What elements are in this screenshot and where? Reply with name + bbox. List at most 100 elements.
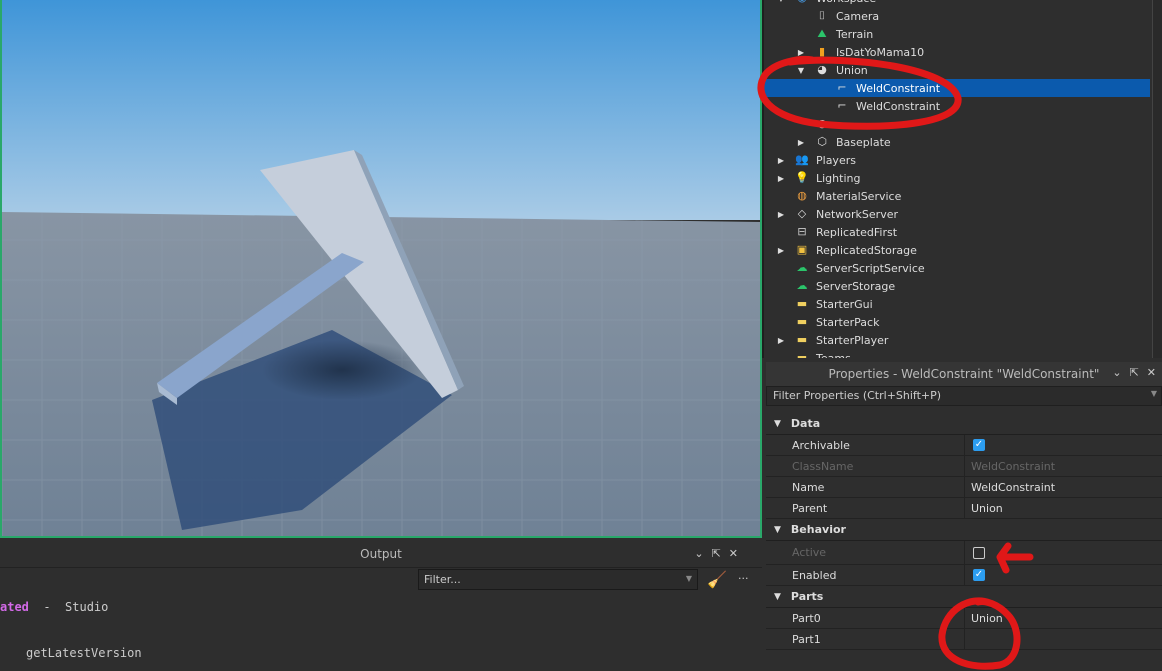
property-value-cell[interactable]: Union: [965, 498, 1162, 518]
explorer-item[interactable]: ◍ MaterialService: [764, 187, 1150, 205]
section-parts[interactable]: ▼ Parts: [766, 586, 1162, 608]
explorer-item[interactable]: ☁ ServerStorage: [764, 277, 1150, 295]
archivable-checkbox[interactable]: ✓: [973, 439, 985, 451]
collapse-arrow-icon[interactable]: ▼: [774, 525, 781, 535]
explorer-item-label: StarterPlayer: [816, 333, 889, 347]
output-text: getLatestVersion: [26, 646, 142, 660]
expand-arrow-icon[interactable]: ▶: [776, 210, 786, 219]
properties-panel: Properties - WeldConstraint "WeldConstra…: [766, 362, 1162, 671]
section-title: Data: [790, 417, 821, 430]
output-text: - Studio: [28, 600, 109, 614]
section-data[interactable]: ▼ Data: [766, 413, 1162, 435]
property-value-cell[interactable]: WeldConstraint: [965, 456, 1162, 476]
property-value-cell[interactable]: [965, 541, 1162, 564]
replicated-first-icon: ⊟: [797, 225, 807, 238]
output-panel: Output ⌄ ⇱ ✕ Filter... ▼ 🧹 ··· ated - Studi…: [0, 540, 762, 671]
scene: [2, 0, 760, 536]
expand-arrow-icon[interactable]: ▶: [776, 156, 786, 165]
clear-output-broom-icon[interactable]: 🧹: [707, 570, 727, 589]
network-server-icon: ◇: [797, 207, 807, 220]
explorer-item[interactable]: ▬ Teams: [764, 349, 1150, 358]
filter-properties-input[interactable]: Filter Properties (Ctrl+Shift+P) ▼: [766, 386, 1162, 406]
explorer-item-label: WeldConstraint: [856, 81, 941, 95]
expand-arrow-icon[interactable]: ▶: [776, 336, 786, 345]
dropdown-icon[interactable]: ▼: [1151, 389, 1157, 398]
starter-gui-icon: ▬: [796, 297, 808, 310]
explorer-item[interactable]: ▶ 👥 Players: [764, 151, 1150, 169]
more-options-icon[interactable]: ···: [738, 572, 749, 585]
explorer-item-label: Lighting: [816, 171, 861, 185]
explorer-item[interactable]: ☁ ServerScriptService: [764, 259, 1150, 277]
collapse-arrow-icon[interactable]: ▼: [774, 592, 781, 602]
property-value-cell[interactable]: ✓: [965, 565, 1162, 585]
material-service-icon: ◍: [797, 189, 807, 202]
explorer-item[interactable]: ◕: [764, 115, 1150, 133]
active-checkbox[interactable]: [973, 546, 985, 559]
explorer-item[interactable]: ▶ ◇ NetworkServer: [764, 205, 1150, 223]
explorer-item[interactable]: ⌐ WeldConstraint: [764, 79, 1150, 97]
starter-player-icon: ▬: [796, 333, 808, 346]
explorer-item[interactable]: ⛰ Terrain: [764, 25, 1150, 43]
expand-arrow-icon[interactable]: ▶: [776, 174, 786, 183]
explorer-item-label: NetworkServer: [816, 207, 899, 221]
collapse-icon[interactable]: ⌄: [694, 547, 703, 560]
explorer-item-label: ReplicatedStorage: [816, 243, 917, 257]
property-value-cell[interactable]: WeldConstraint: [965, 477, 1162, 497]
property-value[interactable]: Union: [971, 502, 1003, 515]
explorer-item[interactable]: ▶ ⬡ Baseplate: [764, 133, 1150, 151]
explorer-item[interactable]: ⌐ WeldConstraint: [764, 97, 1150, 115]
explorer-item[interactable]: ▼ ◉ Workspace: [764, 0, 1150, 7]
dropdown-icon[interactable]: ▼: [686, 574, 692, 583]
explorer-item[interactable]: ▶ ▮ IsDatYoMama10: [764, 43, 1150, 61]
undock-icon[interactable]: ⇱: [1130, 366, 1139, 379]
explorer-item[interactable]: ⊟ ReplicatedFirst: [764, 223, 1150, 241]
property-value-cell[interactable]: [965, 629, 1162, 649]
explorer-item-label: MaterialService: [816, 189, 902, 203]
enabled-checkbox[interactable]: ✓: [973, 569, 985, 581]
property-name: ClassName: [766, 456, 965, 476]
expand-arrow-icon[interactable]: ▶: [796, 138, 806, 147]
property-row-active: Active: [766, 541, 1162, 565]
explorer-item[interactable]: ▶ ▣ ReplicatedStorage: [764, 241, 1150, 259]
expand-arrow-icon[interactable]: ▶: [796, 48, 806, 57]
explorer-item-label: Teams: [816, 351, 851, 359]
workspace-icon: ◉: [795, 0, 809, 5]
property-value-cell[interactable]: ✓: [965, 435, 1162, 455]
property-row-enabled: Enabled ✓: [766, 565, 1162, 586]
collapse-arrow-icon[interactable]: ▼: [796, 66, 806, 75]
explorer-scrollbar[interactable]: [1152, 0, 1162, 358]
3d-viewport[interactable]: [0, 0, 762, 538]
section-behavior[interactable]: ▼ Behavior: [766, 519, 1162, 541]
collapse-arrow-icon[interactable]: ▼: [776, 0, 786, 3]
property-value-cell[interactable]: Union: [965, 608, 1162, 628]
lighting-icon: 💡: [795, 171, 809, 184]
close-icon[interactable]: ✕: [729, 547, 738, 560]
explorer-item[interactable]: ▬ StarterPack: [764, 313, 1150, 331]
explorer-item[interactable]: ▼ ◕ Union: [764, 61, 1150, 79]
explorer-item-label: Terrain: [836, 27, 874, 41]
explorer-item[interactable]: ▶ ▬ StarterPlayer: [764, 331, 1150, 349]
expand-arrow-icon[interactable]: ▶: [776, 246, 786, 255]
property-name: Parent: [766, 498, 965, 518]
explorer-item[interactable]: ▬ StarterGui: [764, 295, 1150, 313]
explorer-item[interactable]: ▶ 💡 Lighting: [764, 169, 1150, 187]
section-title: Parts: [790, 590, 824, 603]
collapse-icon[interactable]: ⌄: [1112, 366, 1121, 379]
output-text: ated: [0, 600, 29, 614]
property-row-name: Name WeldConstraint: [766, 477, 1162, 498]
property-grid: ▼ Data Archivable ✓ ClassName WeldConstraint N…: [766, 413, 1162, 650]
close-icon[interactable]: ✕: [1147, 366, 1156, 379]
collapse-arrow-icon[interactable]: ▼: [774, 419, 781, 429]
filter-placeholder: Filter...: [424, 573, 461, 586]
explorer-item-label: StarterGui: [816, 297, 873, 311]
property-value[interactable]: WeldConstraint: [971, 481, 1055, 494]
property-name: Enabled: [766, 565, 965, 585]
output-line: ated - Studio: [0, 600, 142, 618]
undock-icon[interactable]: ⇱: [712, 547, 721, 560]
property-value[interactable]: WeldConstraint: [971, 460, 1055, 473]
property-name: Part0: [766, 608, 965, 628]
property-value[interactable]: Union: [971, 612, 1003, 625]
weld-constraint-icon: ⌐: [837, 81, 847, 94]
explorer-item[interactable]: ⌷ Camera: [764, 7, 1150, 25]
output-filter-input[interactable]: Filter... ▼: [418, 569, 698, 590]
